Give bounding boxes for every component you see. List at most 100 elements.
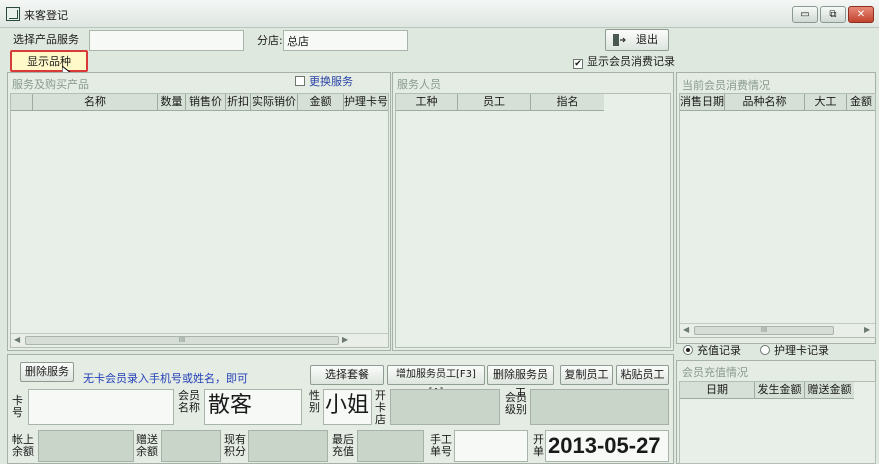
col-actual-price[interactable]: 实际销价 [251, 94, 298, 110]
service-staff-grid[interactable]: 工种 员工 指名 [395, 93, 671, 348]
member-scroll-thumb[interactable]: III [694, 326, 834, 335]
member-hscrollbar[interactable]: ◀ III ▶ [680, 323, 875, 337]
last-recharge-field [357, 430, 424, 462]
member-name-value: 散客 [208, 393, 253, 418]
col-sale-price[interactable]: 销售价 [186, 94, 226, 110]
radio-unselected-icon [760, 345, 770, 355]
checkbox-checked-icon: ✔ [573, 59, 583, 69]
restore-button[interactable]: ⧉ [820, 6, 846, 23]
exit-label: 退出 [636, 33, 658, 46]
care-card-records-label: 护理卡记录 [774, 344, 829, 357]
delete-service-button[interactable]: 删除服务 [20, 362, 74, 382]
open-card-store-field [390, 389, 500, 425]
show-member-records-checkbox[interactable]: ✔ 显示会员消费记录 [573, 56, 675, 69]
col-designated[interactable]: 指名 [531, 94, 604, 110]
close-button[interactable]: ✕ [848, 6, 874, 23]
col-member-amount[interactable]: 金额 [847, 94, 875, 110]
paste-staff-button[interactable]: 粘贴员工 [616, 365, 669, 385]
scroll-thumb[interactable]: III [25, 336, 339, 345]
product-service-input[interactable] [89, 30, 244, 51]
row-indicator-header [11, 94, 33, 110]
delete-staff-button[interactable]: 删除服务员工 [487, 365, 554, 399]
col-sale-date[interactable]: 消售日期 [680, 94, 725, 110]
member-level-field [530, 389, 669, 425]
col-variety-name[interactable]: 品种名称 [725, 94, 805, 110]
care-card-records-radio[interactable]: 护理卡记录 [760, 345, 829, 357]
col-job-type[interactable]: 工种 [396, 94, 458, 110]
scroll-right-icon[interactable]: ▶ [342, 335, 348, 344]
copy-staff-button[interactable]: 复制员工 [560, 365, 613, 385]
account-balance-label: 帐上 余额 [12, 433, 34, 458]
services-grid[interactable]: 名称 数量 销售价 折扣 实际销价 金额 护理卡号 ◀ III ▶ [10, 93, 389, 348]
title-bar: 来客登记 ▭ ⧉ ✕ [0, 0, 879, 28]
member-name-input[interactable]: 散客 [204, 389, 302, 425]
member-consumption-grid-header: 消售日期 品种名称 大工 金额 [680, 94, 875, 111]
col-staff[interactable]: 员工 [458, 94, 531, 110]
minimize-icon: ▭ [800, 9, 810, 20]
last-recharge-label: 最后 充值 [332, 433, 354, 458]
col-care-card-no[interactable]: 护理卡号 [344, 94, 388, 110]
col-senior-staff[interactable]: 大工 [805, 94, 847, 110]
close-icon: ✕ [856, 9, 866, 20]
change-service-checkbox[interactable]: 更换服务 [295, 76, 353, 88]
services-hscrollbar[interactable]: ◀ III ▶ [11, 333, 388, 347]
member-consumption-title: 当前会员消费情况 [682, 79, 770, 92]
branch-select[interactable]: 总店 [283, 30, 408, 51]
bill-date-input[interactable]: 2013-05-27 [545, 430, 669, 462]
bill-date-value: 2013-05-27 [548, 433, 661, 458]
col-gift-amount[interactable]: 赠送金额 [805, 382, 854, 398]
col-occur-amount[interactable]: 发生金额 [755, 382, 805, 398]
scroll-left-icon[interactable]: ◀ [14, 335, 20, 344]
card-no-label: 卡 号 [12, 394, 23, 419]
col-name[interactable]: 名称 [33, 94, 158, 110]
select-package-button[interactable]: 选择套餐 [310, 365, 384, 385]
gender-select[interactable]: 小姐 [323, 389, 372, 425]
col-amount[interactable]: 金额 [298, 94, 344, 110]
app-icon [6, 7, 20, 21]
delete-service-label: 删除服务 [25, 365, 69, 378]
radio-selected-icon [683, 345, 693, 355]
select-package-label: 选择套餐 [325, 368, 369, 381]
manual-no-label: 手工 单号 [430, 433, 452, 458]
col-quantity[interactable]: 数量 [158, 94, 186, 110]
checkbox-unchecked-icon [295, 76, 305, 86]
show-variety-button[interactable]: 显示品种 [10, 50, 88, 72]
branch-value: 总店 [287, 35, 309, 48]
col-date[interactable]: 日期 [680, 382, 755, 398]
window-title: 来客登记 [24, 9, 68, 22]
col-discount[interactable]: 折扣 [226, 94, 251, 110]
show-member-records-label: 显示会员消费记录 [587, 55, 675, 68]
services-grid-header: 名称 数量 销售价 折扣 实际销价 金额 护理卡号 [11, 94, 388, 111]
open-card-store-label: 开 卡 店 [375, 389, 386, 426]
member-scroll-left-icon[interactable]: ◀ [683, 325, 689, 334]
branch-label: 分店: [257, 34, 283, 47]
card-no-input[interactable] [28, 389, 174, 425]
restore-icon: ⧉ [829, 9, 837, 20]
recharge-records-radio[interactable]: 充值记录 [683, 345, 741, 357]
member-recharge-grid[interactable]: 日期 发生金额 赠送金额 [679, 381, 876, 464]
gender-value: 小姐 [325, 393, 370, 418]
service-staff-grid-header: 工种 员工 指名 [396, 94, 604, 111]
member-scroll-right-icon[interactable]: ▶ [864, 325, 870, 334]
member-recharge-title: 会员充值情况 [682, 366, 748, 379]
gender-label: 性 别 [309, 389, 320, 414]
member-recharge-grid-header: 日期 发生金额 赠送金额 [680, 382, 854, 399]
paste-staff-label: 粘贴员工 [620, 368, 665, 381]
recharge-records-label: 充值记录 [697, 344, 741, 357]
gift-balance-field [161, 430, 221, 462]
account-balance-field [38, 430, 134, 462]
member-consumption-grid[interactable]: 消售日期 品种名称 大工 金额 ◀ III ▶ [679, 93, 876, 338]
minimize-button[interactable]: ▭ [792, 6, 818, 23]
change-service-label: 更换服务 [309, 75, 353, 88]
product-service-label: 选择产品服务 [13, 33, 79, 46]
add-staff-button[interactable]: 增加服务员工[F3] [A] [387, 365, 485, 398]
exit-button[interactable]: 退出 [605, 29, 669, 51]
member-name-label: 会员 名称 [178, 389, 200, 414]
current-points-label: 现有 积分 [224, 433, 246, 458]
service-staff-title: 服务人员 [397, 78, 441, 91]
bill-date-label: 开 单 [533, 433, 544, 458]
gift-balance-label: 赠送 余额 [136, 433, 158, 458]
manual-no-input[interactable] [454, 430, 528, 462]
current-points-field [248, 430, 328, 462]
member-level-label: 会员 级别 [505, 391, 527, 416]
